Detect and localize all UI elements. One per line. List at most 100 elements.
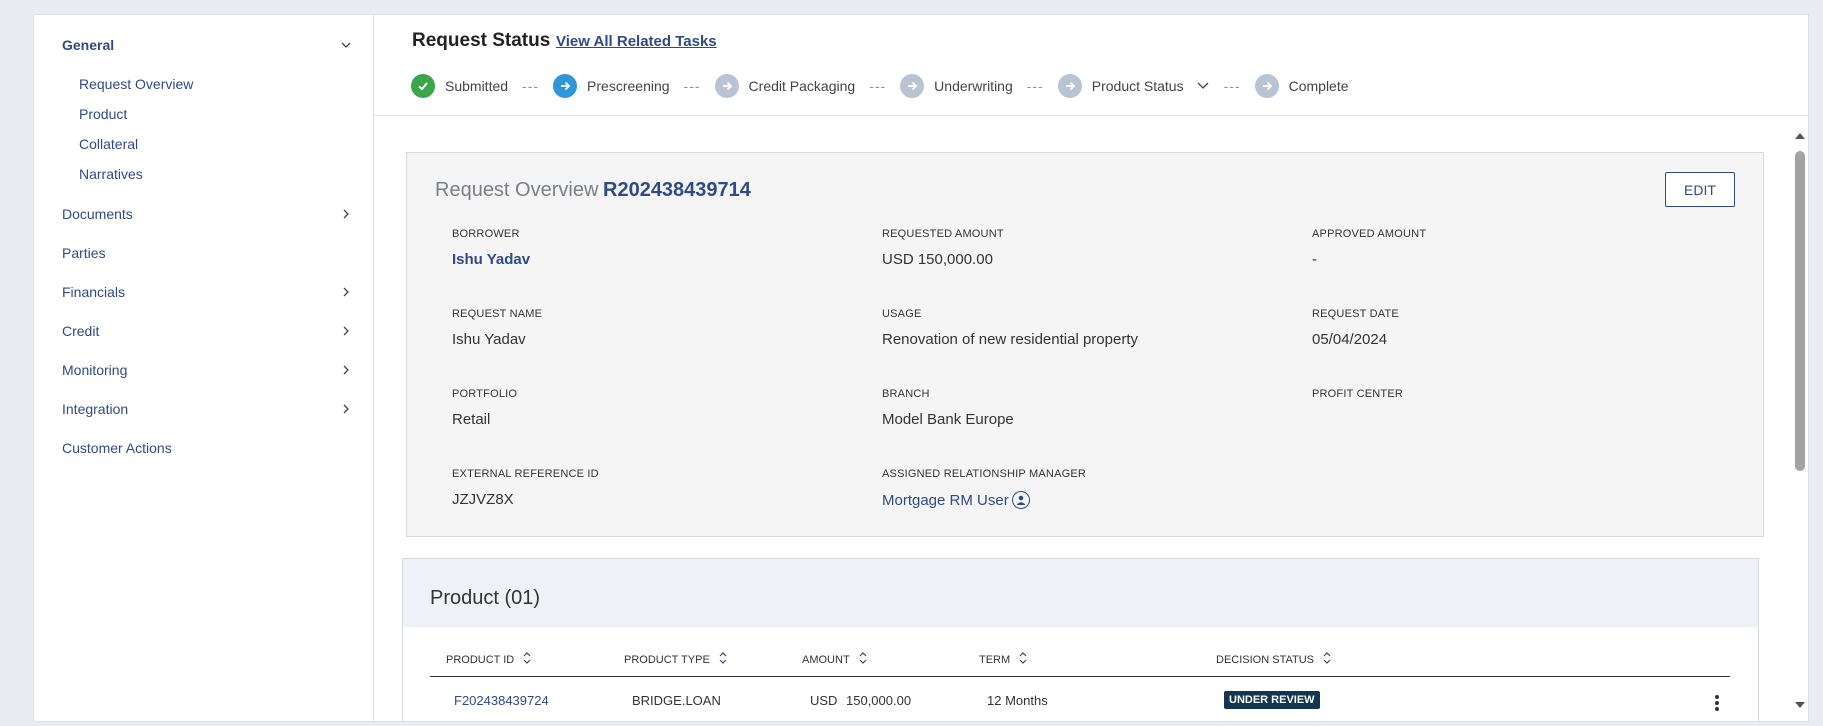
field-label: REQUESTED AMOUNT [882,228,1004,240]
step-label: Credit Packaging [748,78,856,94]
field-external-reference: EXTERNAL REFERENCE ID JZJVZ8X [452,468,599,508]
step-underwriting[interactable]: Underwriting --- [900,73,1058,99]
sidebar-item-label: Documents [62,206,133,222]
sidebar-item-integration[interactable]: Integration [62,397,352,421]
column-decision-status[interactable]: DECISION STATUS [1216,651,1332,668]
sidebar-sub-collateral[interactable]: Collateral [79,133,138,155]
request-status-header: Request Status View All Related Tasks Su… [374,15,1808,116]
chevron-down-icon[interactable] [1196,78,1210,94]
field-label: PORTFOLIO [452,388,518,400]
field-value: Ishu Yadav [452,331,526,348]
scroll-up-arrow-icon[interactable] [1794,128,1806,139]
field-value: JZJVZ8X [452,491,514,508]
sidebar-item-parties[interactable]: Parties [62,241,352,265]
sidebar-item-documents[interactable]: Documents [62,202,352,226]
field-request-date: REQUEST DATE 05/04/2024 [1312,308,1399,348]
column-label: DECISION STATUS [1216,653,1314,666]
amount-cell: 150,000.00 [846,693,912,708]
scrollbar-thumb[interactable] [1795,151,1805,471]
sidebar-item-label: Integration [62,401,129,417]
step-separator: --- [1026,78,1044,94]
chevron-right-icon [340,364,352,376]
term-cell: 12 Months [987,693,1048,708]
arrow-right-icon [1254,74,1279,98]
relationship-manager-link[interactable]: Mortgage RM User [882,491,1086,509]
step-label: Prescreening [587,78,670,94]
field-label: PROFIT CENTER [1312,388,1404,400]
main-panel: Request Status View All Related Tasks Su… [374,15,1808,721]
content-area: Request Overview R202438439714 EDIT BORR… [374,116,1808,721]
field-relationship-manager: ASSIGNED RELATIONSHIP MANAGER Mortgage R… [882,468,1086,509]
vertical-scrollbar[interactable] [1792,116,1808,721]
field-value: Renovation of new residential property [882,331,1138,348]
sidebar-sub-narratives[interactable]: Narratives [79,163,143,185]
field-borrower: BORROWER Ishu Yadav [452,228,530,268]
product-id-link[interactable]: F202438439724 [454,693,549,708]
column-product-type[interactable]: PRODUCT TYPE [624,651,728,668]
field-approved-amount: APPROVED AMOUNT - [1312,228,1426,268]
more-options-icon[interactable] [1712,693,1722,713]
user-icon [1011,491,1030,509]
field-label: REQUEST DATE [1312,308,1399,320]
currency-cell: USD [810,693,838,708]
view-all-related-tasks-link[interactable]: View All Related Tasks [556,33,717,50]
field-profit-center: PROFIT CENTER [1312,388,1403,400]
product-table-header: PRODUCT ID PRODUCT TYPE AMOUNT TERM DECI… [430,647,1730,677]
step-prescreening[interactable]: Prescreening --- [553,73,715,99]
rm-name: Mortgage RM User [882,491,1009,509]
column-product-id[interactable]: PRODUCT ID [446,651,532,668]
chevron-right-icon [340,403,352,415]
page-title: Request Status [412,30,551,51]
sidebar-item-label: Financials [62,284,126,300]
field-value: Retail [452,411,491,428]
field-label: APPROVED AMOUNT [1312,228,1427,240]
chevron-right-icon [340,325,352,337]
sidebar-item-financials[interactable]: Financials [62,280,352,304]
borrower-link[interactable]: Ishu Yadav [452,251,530,268]
sidebar-item-monitoring[interactable]: Monitoring [62,358,352,382]
column-label: AMOUNT [802,653,850,666]
field-label: EXTERNAL REFERENCE ID [452,468,599,480]
step-complete[interactable]: Complete [1254,73,1349,99]
field-request-name: REQUEST NAME Ishu Yadav [452,308,542,348]
sidebar: General Request Overview Product Collate… [34,15,374,721]
step-separator: --- [1223,78,1241,94]
sort-icon [1322,651,1332,668]
column-term[interactable]: TERM [979,651,1028,668]
sidebar-sub-product[interactable]: Product [79,103,127,125]
column-label: TERM [979,653,1011,666]
step-label: Underwriting [934,78,1013,94]
sidebar-item-label: Credit [62,323,100,339]
sidebar-sub-request-overview[interactable]: Request Overview [79,73,193,95]
request-overview-card: Request Overview R202438439714 EDIT BORR… [406,152,1764,537]
step-credit-packaging[interactable]: Credit Packaging --- [714,73,901,99]
field-portfolio: PORTFOLIO Retail [452,388,517,428]
step-product-status[interactable]: Product Status --- [1057,73,1255,99]
column-label: PRODUCT ID [446,653,515,666]
sidebar-item-label: General [62,37,115,53]
app-frame: General Request Overview Product Collate… [33,14,1809,722]
step-label: Product Status [1091,78,1184,94]
arrow-right-icon [714,74,739,98]
chevron-right-icon [340,286,352,298]
field-label: USAGE [882,308,922,320]
scroll-down-arrow-icon[interactable] [1794,697,1806,708]
check-icon [411,74,435,98]
sidebar-item-label: Monitoring [62,362,128,378]
step-label: Submitted [445,78,509,94]
step-separator: --- [683,78,701,94]
sidebar-item-customer-actions[interactable]: Customer Actions [62,436,352,460]
edit-button[interactable]: EDIT [1665,172,1735,207]
field-label: REQUEST NAME [452,308,543,320]
column-amount[interactable]: AMOUNT [802,651,868,668]
overview-title: Request Overview [435,179,599,201]
sidebar-item-general[interactable]: General [62,33,352,57]
sort-icon [522,651,532,668]
step-separator: --- [869,78,887,94]
sidebar-item-credit[interactable]: Credit [62,319,352,343]
arrow-right-icon [900,74,925,98]
sort-icon [718,651,728,668]
sidebar-item-label: Customer Actions [62,440,172,456]
step-submitted[interactable]: Submitted --- [411,73,553,99]
field-value: - [1312,251,1317,268]
